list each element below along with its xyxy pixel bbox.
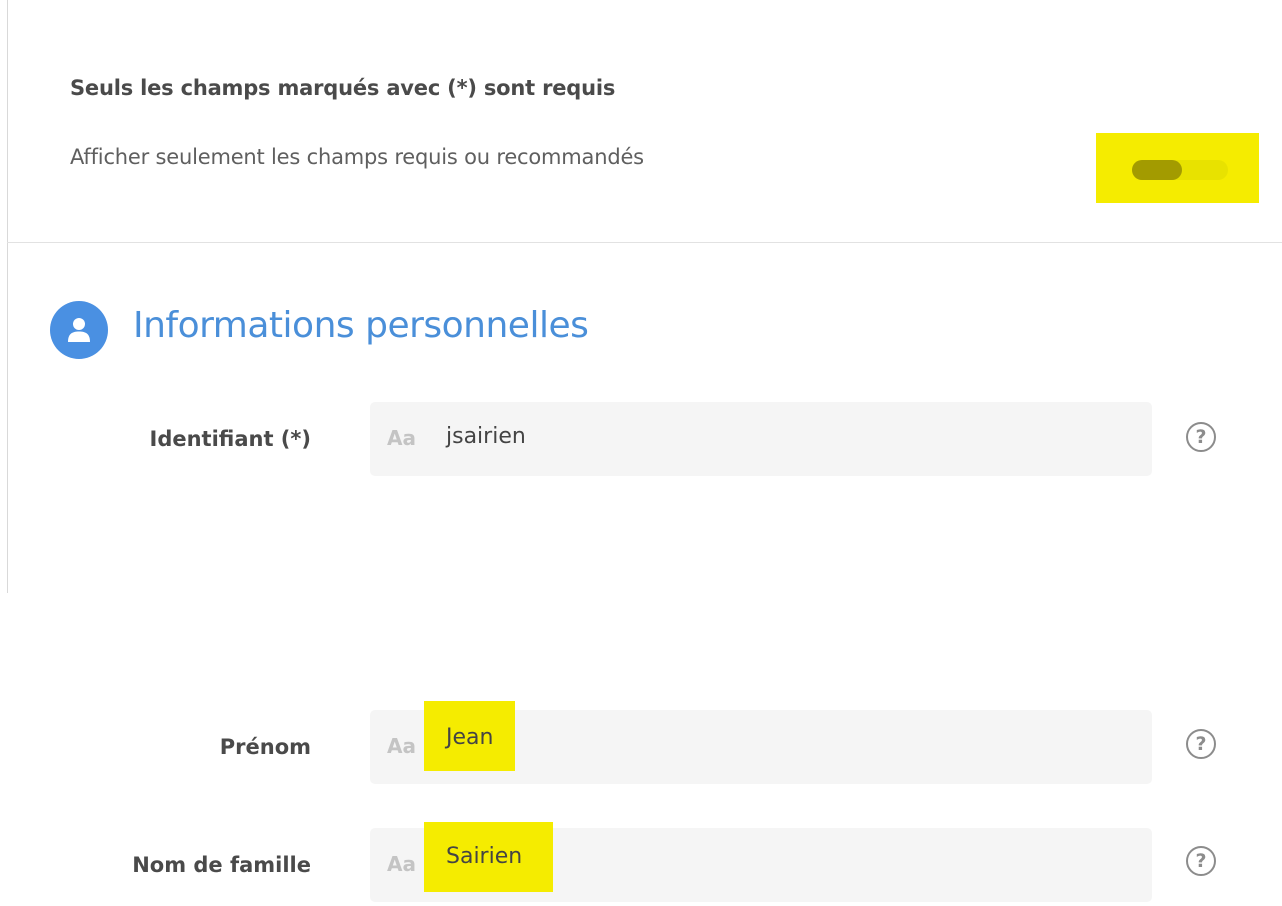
section-title: Informations personnelles bbox=[133, 305, 589, 346]
identifiant-value[interactable]: jsairien bbox=[446, 424, 526, 449]
toggle-track[interactable] bbox=[1132, 160, 1228, 180]
form-page: Seuls les champs marqués avec (*) sont r… bbox=[0, 0, 1282, 906]
value-highlight: Sairien bbox=[424, 822, 553, 892]
required-filter-label: Afficher seulement les champs requis ou … bbox=[70, 145, 644, 169]
left-border bbox=[7, 0, 8, 593]
nom-input[interactable]: Aa Sairien bbox=[370, 822, 1152, 902]
user-icon bbox=[50, 301, 108, 359]
value-highlight: Jean bbox=[424, 701, 515, 771]
help-icon[interactable]: ? bbox=[1186, 422, 1216, 452]
prenom-label: Prénom bbox=[219, 735, 311, 759]
identifiant-label: Identifiant (*) bbox=[149, 427, 312, 451]
help-icon[interactable]: ? bbox=[1186, 729, 1216, 759]
identifiant-input[interactable]: Aa jsairien bbox=[370, 402, 1152, 476]
text-type-icon: Aa bbox=[387, 426, 416, 450]
text-type-icon: Aa bbox=[387, 852, 416, 876]
required-fields-note: Seuls les champs marqués avec (*) sont r… bbox=[70, 76, 616, 100]
prenom-input[interactable]: Aa Jean bbox=[370, 701, 1152, 784]
nom-label: Nom de famille bbox=[132, 853, 311, 877]
help-icon[interactable]: ? bbox=[1186, 846, 1216, 876]
prenom-value[interactable]: Jean bbox=[446, 725, 493, 750]
divider bbox=[7, 242, 1282, 243]
text-type-icon: Aa bbox=[387, 734, 416, 758]
required-filter-toggle[interactable] bbox=[1096, 133, 1259, 203]
nom-value[interactable]: Sairien bbox=[446, 844, 522, 869]
toggle-knob[interactable] bbox=[1132, 160, 1182, 180]
